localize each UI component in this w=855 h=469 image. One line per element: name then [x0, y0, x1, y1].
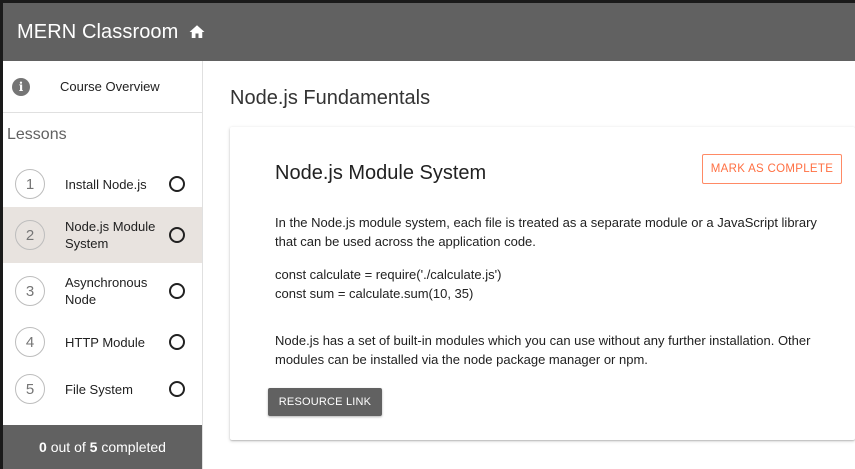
lesson-number-avatar: 2 — [15, 220, 45, 250]
lesson-label: File System — [65, 381, 133, 397]
lesson-number-avatar: 4 — [15, 327, 45, 357]
lesson-number-avatar: 1 — [15, 169, 45, 199]
lesson-label: Asynchronous Node — [65, 275, 148, 307]
home-icon[interactable] — [188, 23, 206, 41]
total-count: 5 — [89, 439, 98, 455]
course-overview-label: Course Overview — [60, 79, 160, 94]
lesson-item[interactable]: 4 HTTP Module — [3, 319, 202, 365]
sidebar: i Course Overview Lessons 1 Install Node… — [3, 61, 203, 469]
lesson-label: HTTP Module — [65, 334, 145, 350]
lesson-number-avatar: 3 — [15, 276, 45, 306]
progress-suffix-text: completed — [97, 439, 166, 455]
lesson-label: Node.js Module System — [65, 219, 156, 251]
lesson-item[interactable]: 2 Node.js Module System — [3, 207, 202, 263]
completed-count: 0 — [39, 439, 47, 455]
lessons-heading: Lessons — [7, 126, 67, 143]
lesson-number-avatar: 5 — [15, 374, 45, 404]
lesson-title: Node.js Module System — [275, 162, 487, 184]
radio-unchecked-icon — [169, 381, 185, 397]
lesson-item[interactable]: 1 Install Node.js — [3, 161, 202, 207]
app-title: MERN Classroom — [17, 20, 179, 43]
sidebar-item-course-overview[interactable]: i Course Overview — [3, 61, 202, 113]
lesson-label: Install Node.js — [65, 176, 147, 192]
info-icon: i — [12, 77, 30, 96]
mark-as-complete-button[interactable]: MARK AS COMPLETE — [702, 154, 842, 184]
lesson-paragraph: In the Node.js module system, each file … — [275, 215, 817, 249]
radio-unchecked-icon — [169, 283, 185, 299]
lesson-item[interactable]: 5 File System — [3, 366, 202, 412]
lesson-paragraph: Node.js has a set of built-in modules wh… — [275, 333, 811, 367]
code-line: const calculate = require('./calculate.j… — [275, 267, 502, 282]
course-title: Node.js Fundamentals — [230, 87, 431, 109]
radio-unchecked-icon — [169, 334, 185, 350]
resource-link-button[interactable]: RESOURCE LINK — [268, 388, 382, 416]
progress-summary: 0 out of 5 completed — [3, 425, 202, 469]
radio-unchecked-icon — [169, 227, 185, 243]
lesson-card: Node.js Module System MARK AS COMPLETE I… — [230, 127, 855, 440]
code-block: const calculate = require('./calculate.j… — [275, 265, 840, 303]
radio-unchecked-icon — [169, 176, 185, 192]
progress-middle-text: out of — [46, 439, 90, 455]
lesson-item[interactable]: 3 Asynchronous Node — [3, 263, 202, 319]
app-bar: MERN Classroom — [3, 3, 855, 61]
code-line: const sum = calculate.sum(10, 35) — [275, 286, 474, 301]
